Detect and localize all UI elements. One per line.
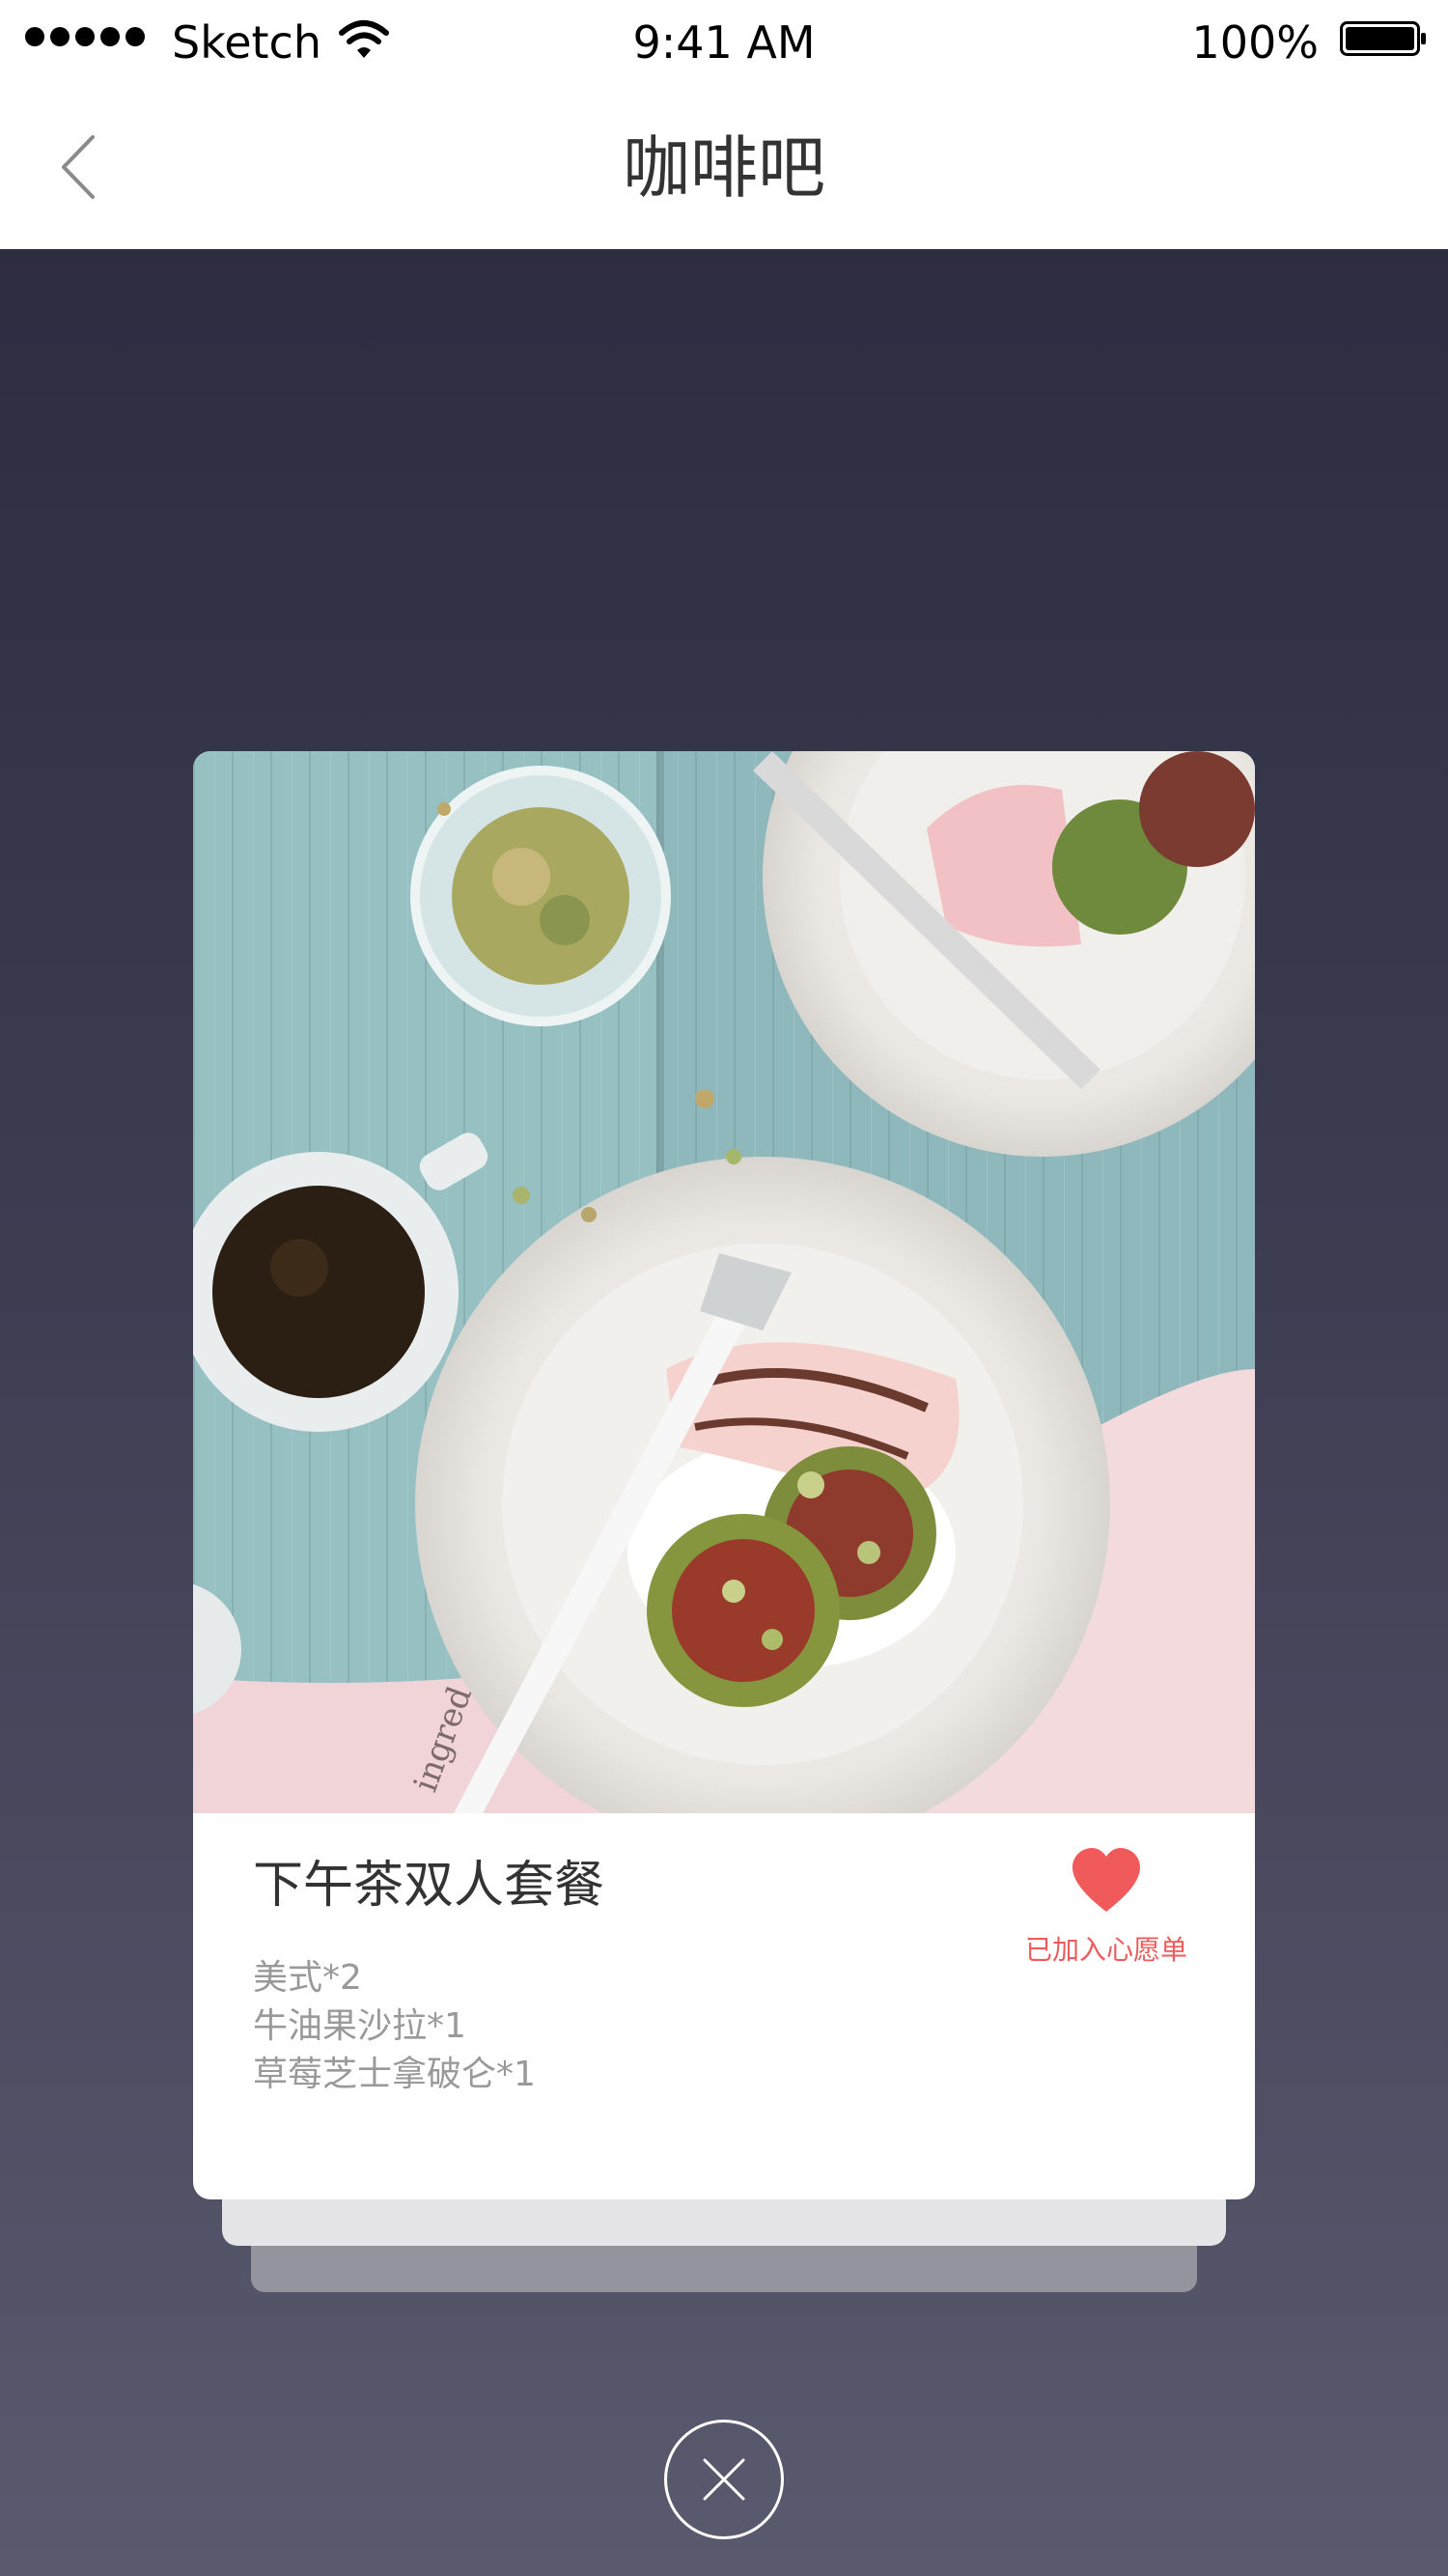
wishlist-button[interactable]: 已加入心愿单	[1010, 1848, 1203, 1968]
screen: Sketch 9:41 AM 100% 咖啡吧 ingred 下午茶双人套餐 美…	[0, 0, 1448, 2576]
modal-overlay[interactable]: ingred 下午茶双人套餐 美式*2 牛油果沙拉*1 草莓芝士拿破仑*1 已加…	[0, 249, 1448, 2576]
package-card[interactable]: ingred 下午茶双人套餐 美式*2 牛油果沙拉*1 草莓芝士拿破仑*1 已加…	[193, 751, 1255, 2199]
package-item: 草莓芝士拿破仑*1	[253, 2055, 536, 2094]
heart-icon	[1072, 1848, 1140, 1912]
afternoon-tea-dish-photo: ingred	[193, 751, 1255, 1813]
navigation-bar: 咖啡吧	[0, 85, 1448, 249]
package-item: 美式*2	[253, 1958, 362, 1998]
battery-icon	[1340, 21, 1426, 56]
status-bar: Sketch 9:41 AM 100%	[0, 0, 1448, 85]
wishlist-status-label: 已加入心愿单	[1024, 1934, 1187, 1966]
package-item: 牛油果沙拉*1	[253, 2006, 466, 2046]
close-button[interactable]	[664, 2420, 784, 2539]
page-title: 咖啡吧	[623, 128, 825, 208]
close-icon	[703, 2458, 745, 2501]
package-items: 美式*2 牛油果沙拉*1 草莓芝士拿破仑*1	[253, 1954, 536, 2099]
battery-percentage: 100%	[1191, 16, 1319, 69]
package-title: 下午茶双人套餐	[253, 1857, 605, 1915]
